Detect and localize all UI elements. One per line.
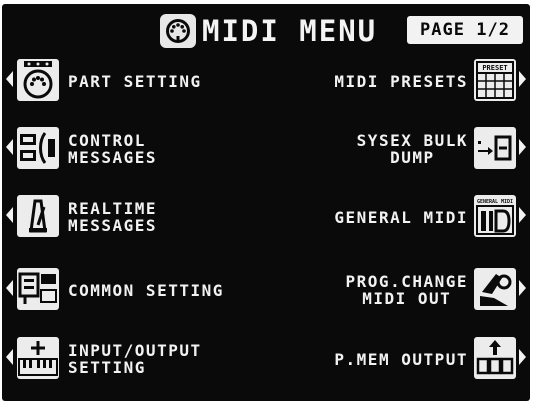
arrow-left-icon (6, 280, 13, 296)
arrow-left-icon (6, 139, 13, 155)
keyboard-io-icon (17, 337, 59, 379)
realtime-messages-button[interactable]: REALTIME MESSAGES (6, 190, 266, 244)
common-setting-button[interactable]: COMMON SETTING (6, 263, 266, 317)
prog-change-midi-out-button[interactable]: PROG.CHANGE MIDI OUT (271, 263, 526, 317)
preset-grid-icon: PRESET (474, 59, 516, 101)
preset-icon-text: PRESET (482, 64, 507, 72)
memory-output-icon (474, 337, 516, 379)
title-bar: MIDI MENU (160, 12, 377, 50)
arrow-left-icon (6, 207, 13, 223)
module-setting-icon (17, 268, 59, 310)
midi-menu-screen: MIDI MENU PAGE 1/2 PART SETTING CONTROL … (2, 4, 530, 401)
part-setting-button[interactable]: PART SETTING (6, 54, 266, 108)
general-midi-icon: GENERAL MIDI (474, 195, 516, 237)
input-output-setting-button[interactable]: INPUT/OUTPUT SETTING (6, 332, 266, 386)
arrow-right-icon (519, 280, 526, 296)
common-setting-label: COMMON SETTING (68, 280, 224, 300)
arrow-right-icon (519, 349, 526, 365)
midi-presets-button[interactable]: PRESET MIDI PRESETS (271, 54, 526, 108)
control-messages-button[interactable]: CONTROL MESSAGES (6, 122, 266, 176)
p-mem-output-button[interactable]: P.MEM OUTPUT (271, 332, 526, 386)
input-output-setting-label: INPUT/OUTPUT SETTING (68, 341, 202, 377)
midi-presets-label: MIDI PRESETS (334, 71, 468, 91)
general-midi-label: GENERAL MIDI (334, 207, 468, 227)
general-midi-button[interactable]: GENERAL MIDI GENERAL MIDI (271, 190, 526, 244)
page-indicator-button[interactable]: PAGE 1/2 (407, 16, 523, 44)
arrow-right-icon (519, 71, 526, 87)
realtime-messages-label: REALTIME MESSAGES (68, 199, 158, 235)
control-panel-icon (17, 127, 59, 169)
general-midi-icon-text: GENERAL MIDI (477, 199, 513, 205)
arrow-right-icon (519, 139, 526, 155)
midi-connector-icon (160, 14, 196, 48)
p-mem-output-label: P.MEM OUTPUT (334, 349, 468, 369)
arrow-left-icon (6, 71, 13, 87)
prog-change-midi-out-label: PROG.CHANGE MIDI OUT (345, 272, 468, 308)
part-setting-label: PART SETTING (68, 71, 202, 91)
keyboard-connector-icon (17, 59, 59, 101)
sysex-bulk-dump-button[interactable]: SYSEX BULK DUMP (271, 122, 526, 176)
sysex-bulk-dump-label: SYSEX BULK DUMP (356, 131, 468, 167)
hand-icon (474, 268, 516, 310)
metronome-icon (17, 195, 59, 237)
arrow-right-icon (519, 207, 526, 223)
bulk-dump-icon (474, 127, 516, 169)
arrow-left-icon (6, 349, 13, 365)
page-title: MIDI MENU (202, 14, 378, 48)
control-messages-label: CONTROL MESSAGES (68, 131, 158, 167)
